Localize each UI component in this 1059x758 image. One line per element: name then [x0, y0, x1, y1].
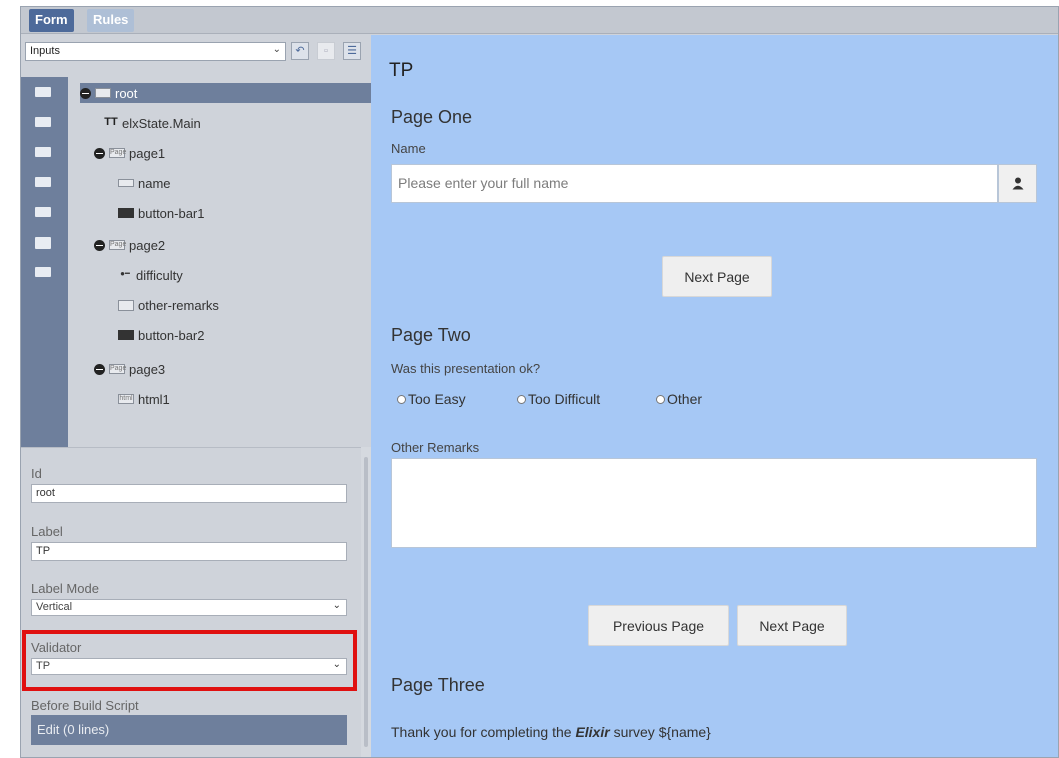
- validator-highlight-box: [22, 630, 357, 691]
- menu-icon[interactable]: ☰: [343, 42, 361, 60]
- undo-icon[interactable]: ↶: [291, 42, 309, 60]
- tree-node-root[interactable]: root: [80, 83, 371, 103]
- tree-node-page2[interactable]: Page page2: [94, 235, 165, 255]
- radio-circle-icon[interactable]: [656, 394, 665, 404]
- form-preview: TP Page One Name Please enter your full …: [371, 35, 1058, 757]
- radio-too-easy[interactable]: Too Easy: [397, 391, 466, 407]
- tree-node-difficulty[interactable]: difficulty: [118, 265, 183, 285]
- elixir-bold-text: Elixir: [575, 724, 610, 740]
- property-panel: Id root Label TP Label Mode Vertical ⌄ V…: [21, 447, 361, 757]
- tool-select-icon[interactable]: [35, 207, 51, 217]
- id-field[interactable]: root: [31, 484, 347, 503]
- label-field[interactable]: TP: [31, 542, 347, 561]
- before-build-script-label: Before Build Script: [31, 698, 139, 713]
- next-page-button-2[interactable]: Next Page: [737, 605, 847, 646]
- tree-node-other-remarks[interactable]: other-remarks: [118, 295, 219, 315]
- question-label: Was this presentation ok?: [391, 361, 541, 376]
- other-remarks-label: Other Remarks: [391, 440, 480, 455]
- button-bar-icon: [118, 330, 134, 340]
- page-two-title: Page Two: [391, 325, 471, 345]
- tool-textarea-icon[interactable]: [35, 237, 51, 249]
- thanks-message: Thank you for completing the Elixir surv…: [391, 724, 711, 740]
- tool-button-icon[interactable]: [35, 267, 51, 277]
- input-icon: [118, 179, 134, 187]
- tab-form[interactable]: Form: [29, 9, 74, 32]
- tree-node-html1[interactable]: html html1: [118, 389, 170, 409]
- html-icon: html: [118, 394, 134, 404]
- tool-label-icon[interactable]: [35, 87, 51, 97]
- name-label: Name: [391, 141, 426, 156]
- input-tool-strip: [21, 77, 68, 447]
- tree-node-page3[interactable]: Page page3: [94, 359, 165, 379]
- inputs-select-value: Inputs: [30, 45, 60, 57]
- radio-circle-icon[interactable]: [397, 394, 406, 404]
- label-mode-label: Label Mode: [31, 581, 99, 596]
- page-icon: Page: [109, 364, 127, 374]
- form-icon: [95, 88, 111, 98]
- tab-bar: Form Rules: [21, 7, 1058, 34]
- radio-group-icon: [118, 270, 132, 280]
- radio-too-difficult[interactable]: Too Difficult: [517, 391, 600, 407]
- tree-node-name[interactable]: name: [118, 173, 171, 193]
- tree-node-page1[interactable]: Page page1: [94, 143, 165, 163]
- component-tree: root TT elxState.Main Page page1 name bu…: [68, 77, 371, 447]
- label-label: Label: [31, 524, 63, 539]
- inputs-select[interactable]: Inputs ⌄: [25, 42, 286, 61]
- page-icon: Page: [109, 148, 127, 158]
- property-scrollbar[interactable]: [361, 447, 371, 757]
- text-icon: TT: [104, 116, 118, 128]
- tree-node-button-bar2[interactable]: button-bar2: [118, 325, 205, 345]
- label-mode-value: Vertical: [36, 601, 73, 613]
- id-label: Id: [31, 466, 42, 481]
- other-remarks-textarea[interactable]: [391, 458, 1037, 548]
- form-title: TP: [389, 60, 414, 81]
- designer-left-panel: Inputs ⌄ ↶ ▫ ☰ root TT elxState.Main Pag…: [21, 35, 371, 757]
- radio-other[interactable]: Other: [656, 391, 702, 407]
- user-icon[interactable]: [998, 164, 1037, 203]
- delete-icon[interactable]: ▫: [317, 42, 335, 60]
- textarea-icon: [118, 299, 134, 311]
- radio-circle-icon[interactable]: [517, 394, 526, 404]
- tree-node-button-bar1[interactable]: button-bar1: [118, 203, 205, 223]
- form-designer-window: Form Rules Inputs ⌄ ↶ ▫ ☰ root TT elxSta…: [20, 6, 1059, 758]
- edit-script-button[interactable]: Edit (0 lines): [31, 715, 347, 745]
- chevron-down-icon: ⌄: [332, 600, 341, 611]
- chevron-down-icon: ⌄: [272, 44, 281, 55]
- page-one-title: Page One: [391, 107, 473, 127]
- next-page-button-1[interactable]: Next Page: [662, 256, 772, 297]
- name-input[interactable]: Please enter your full name: [391, 164, 998, 203]
- tree-node-state[interactable]: TT elxState.Main: [104, 113, 201, 133]
- tool-slider-icon[interactable]: [35, 177, 51, 187]
- previous-page-button[interactable]: Previous Page: [588, 605, 729, 646]
- scrollbar-thumb[interactable]: [364, 457, 368, 747]
- label-mode-select[interactable]: Vertical ⌄: [31, 599, 347, 616]
- collapse-icon[interactable]: [94, 239, 105, 251]
- button-bar-icon: [118, 208, 134, 218]
- collapse-icon[interactable]: [94, 363, 105, 375]
- tool-input-icon[interactable]: [35, 147, 51, 157]
- page-icon: Page: [109, 240, 127, 250]
- tab-rules[interactable]: Rules: [87, 9, 135, 32]
- page-three-title: Page Three: [391, 675, 485, 695]
- collapse-icon[interactable]: [94, 147, 105, 159]
- tool-text-icon[interactable]: [35, 117, 51, 127]
- collapse-icon[interactable]: [80, 87, 91, 99]
